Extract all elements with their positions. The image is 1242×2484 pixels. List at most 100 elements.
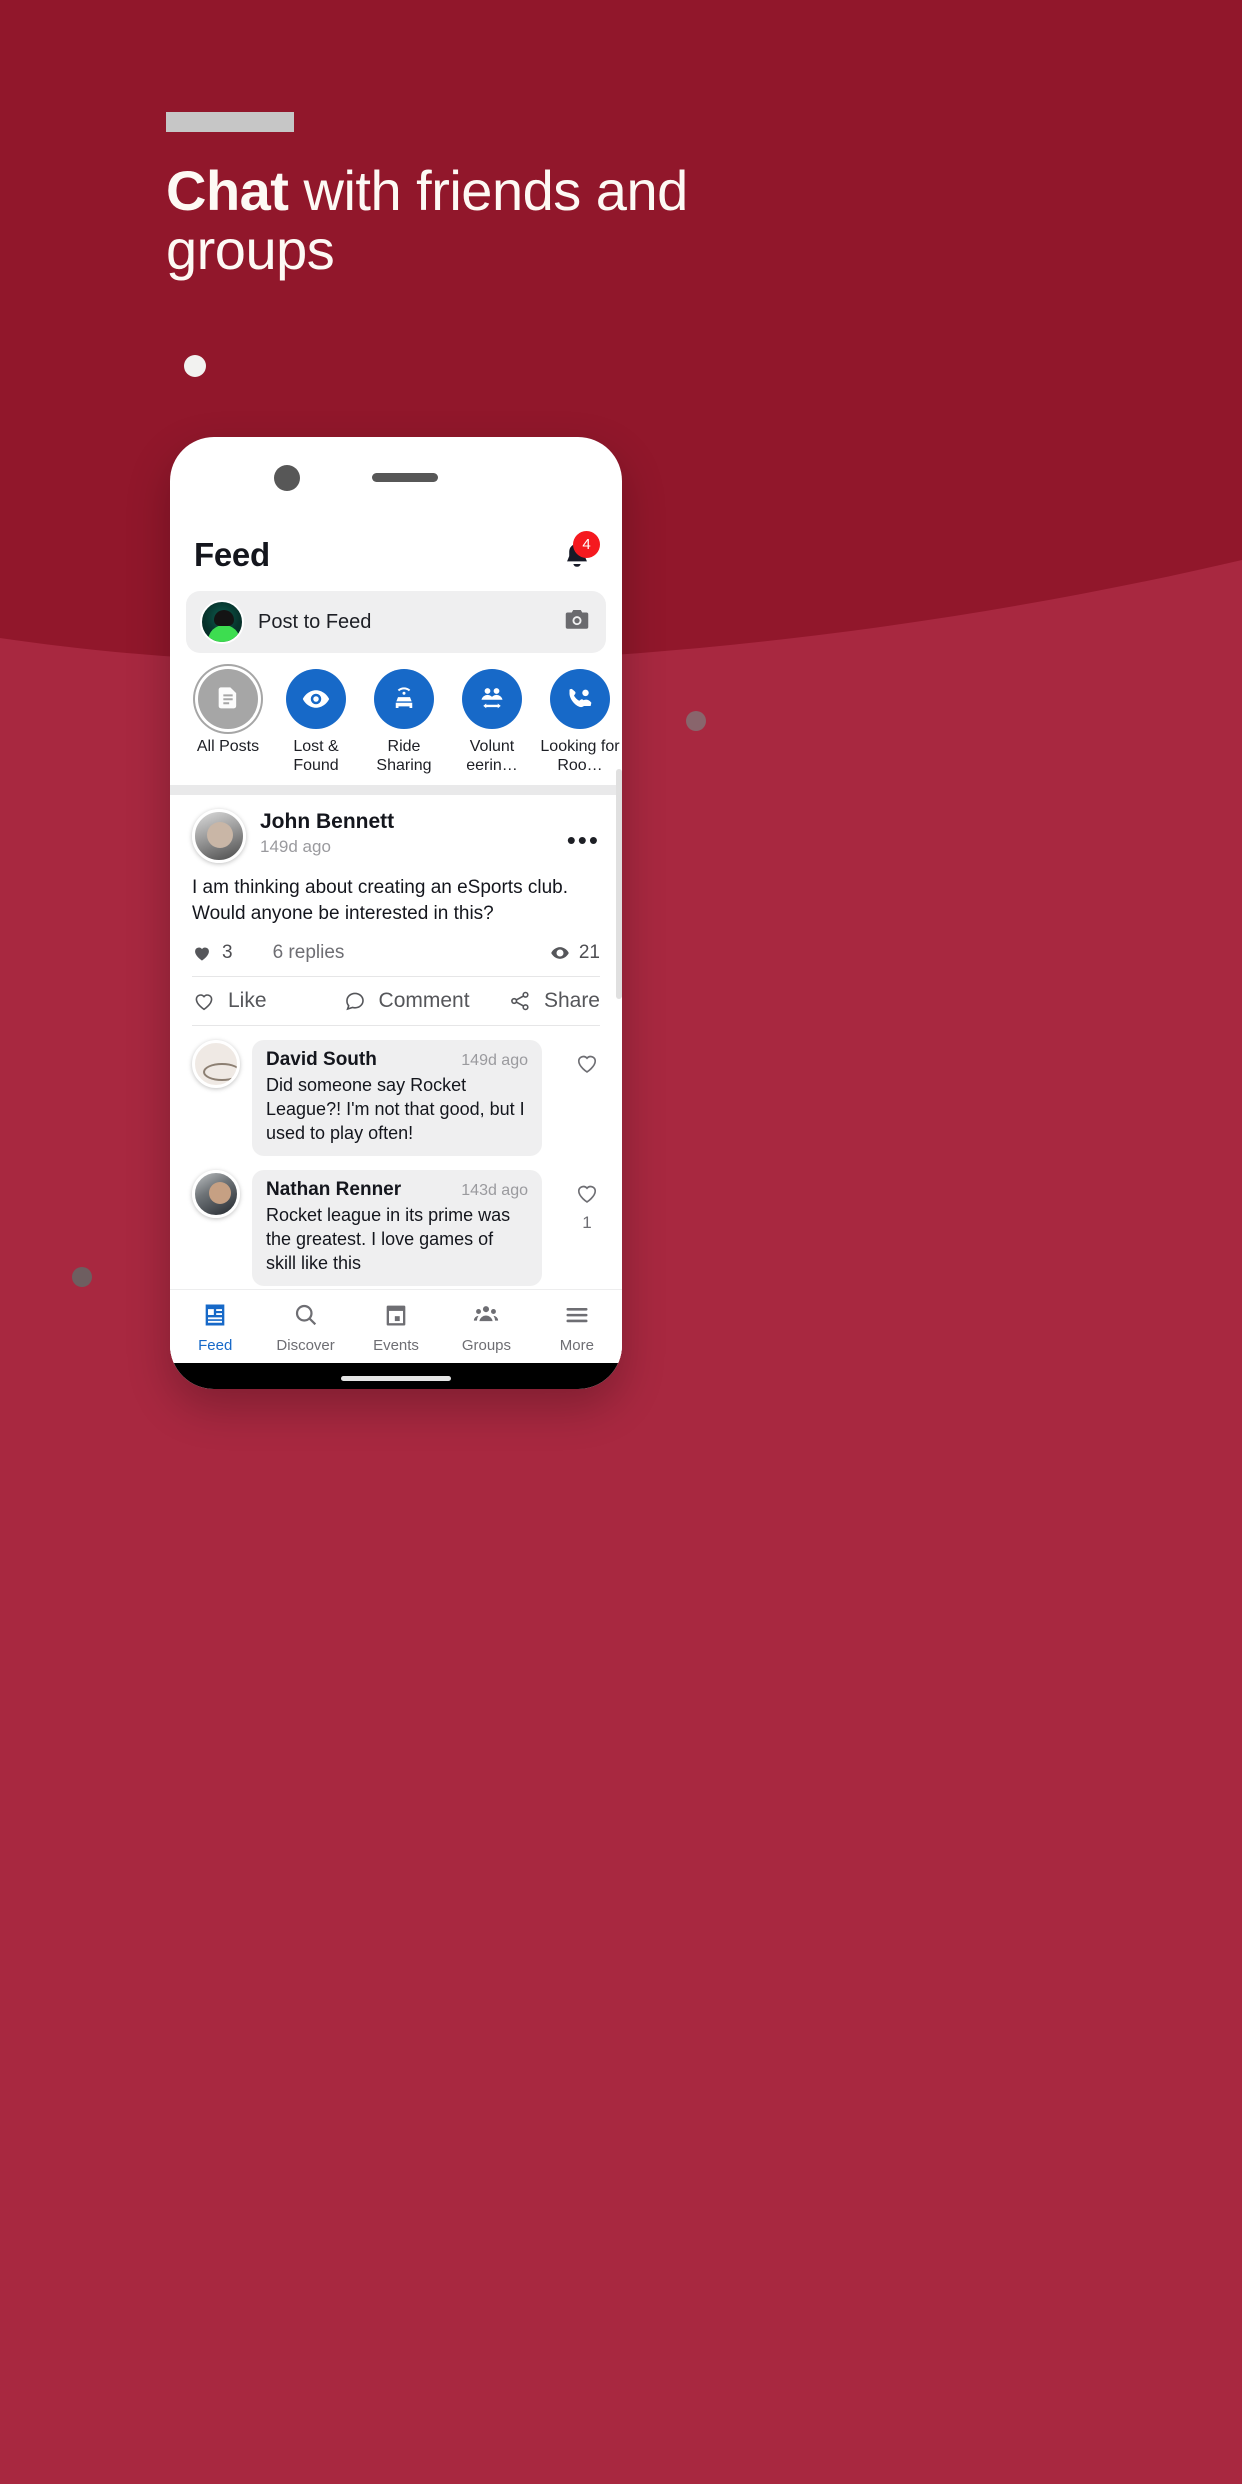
tab-more[interactable]: More (532, 1301, 622, 1354)
comment-button-label: Comment (378, 988, 470, 1012)
home-indicator-area (170, 1363, 622, 1389)
post-timestamp: 149d ago (260, 837, 331, 857)
category-label: Ride Sharing (376, 738, 432, 774)
post-stats: 3 6 replies 21 (192, 942, 600, 976)
post-card: John Bennett 149d ago ••• I am thinking … (170, 795, 622, 1300)
post-meta: John Bennett 149d ago (260, 809, 567, 857)
comment-author[interactable]: David South (266, 1049, 377, 1071)
comment-button[interactable]: Comment (343, 989, 470, 1013)
tab-discover[interactable]: Discover (260, 1301, 350, 1354)
category-label: Looking for Roo… (540, 738, 620, 774)
headline-rule (166, 112, 294, 132)
tab-label: Feed (198, 1337, 233, 1354)
share-button[interactable]: Share (508, 989, 600, 1013)
camera-icon[interactable] (562, 605, 592, 640)
people-swap-icon (462, 669, 522, 729)
like-button-label: Like (228, 988, 267, 1012)
calendar-icon (386, 1305, 406, 1326)
composer-placeholder: Post to Feed (258, 610, 372, 633)
share-button-label: Share (543, 988, 600, 1012)
comment-header: Nathan Renner 143d ago (266, 1179, 528, 1201)
comment-like-count: 1 (582, 1212, 592, 1232)
comment-row: Nathan Renner 143d ago Rocket league in … (192, 1156, 600, 1287)
comment-text: Did someone say Rocket League?! I'm not … (266, 1074, 525, 1143)
tab-label: More (559, 1337, 594, 1354)
post-body: I am thinking about creating an eSports … (192, 877, 569, 925)
comment-like-button[interactable] (574, 1040, 600, 1083)
like-count: 3 (192, 942, 233, 964)
view-count: 21 (550, 942, 600, 964)
phone-top-bezel (170, 437, 622, 509)
eye-icon (286, 669, 346, 729)
category-item-looking-for-roommate[interactable]: Looking for Roo… (536, 669, 622, 775)
avatar[interactable] (192, 1039, 240, 1088)
avatar[interactable] (192, 809, 246, 864)
post-author[interactable]: John Bennett (260, 809, 567, 835)
heart-outline-icon (577, 1055, 597, 1073)
comment-row: David South 149d ago Did someone say Roc… (192, 1026, 600, 1156)
car-icon (374, 669, 434, 729)
menu-icon (566, 1308, 588, 1323)
category-label: Volunt eerin… (466, 738, 518, 774)
tab-groups[interactable]: Groups (441, 1301, 531, 1354)
category-label: Lost & Found (293, 738, 339, 774)
reply-count[interactable]: 6 replies (273, 942, 345, 964)
comment-timestamp: 149d ago (461, 1051, 528, 1069)
screen-header: Feed 4 (170, 509, 622, 585)
more-options-icon[interactable]: ••• (567, 809, 600, 853)
like-count-value: 3 (222, 941, 233, 963)
page-title: Chat with friends and groups (166, 159, 786, 280)
bottom-navigation: Feed Discover Events Groups More (170, 1289, 622, 1365)
section-divider (170, 785, 622, 796)
tab-label: Groups (461, 1337, 512, 1354)
composer-bar[interactable]: Post to Feed (186, 591, 606, 653)
notification-badge: 4 (573, 531, 600, 558)
share-icon (511, 991, 529, 1010)
notifications-button[interactable]: 4 (558, 531, 600, 577)
category-label: All Posts (196, 738, 260, 755)
heart-outline-icon (195, 993, 213, 1010)
avatar[interactable] (192, 1169, 240, 1218)
comment-author[interactable]: Nathan Renner (266, 1179, 401, 1201)
category-item-ride-sharing[interactable]: Ride Sharing (360, 669, 448, 775)
feed-scrollbar[interactable] (616, 769, 622, 999)
speaker-grill (372, 473, 438, 482)
comment-bubble: Nathan Renner 143d ago Rocket league in … (252, 1169, 542, 1287)
category-item-all-posts[interactable]: All Posts (184, 669, 272, 775)
tab-label: Events (373, 1337, 419, 1354)
phone-mockup: Feed 4 Post to Feed All Posts Lost & Fou… (170, 437, 622, 1389)
avatar (200, 600, 244, 644)
decorative-dot-1 (184, 355, 206, 377)
post-actions: Like Comment Share (192, 975, 600, 1026)
comment-like-button[interactable]: 1 (574, 1170, 600, 1233)
screen-title: Feed (194, 536, 270, 573)
category-strip[interactable]: All Posts Lost & Found Ride Sharing Volu… (170, 653, 622, 785)
tab-events[interactable]: Events (351, 1301, 441, 1354)
comment-timestamp: 143d ago (461, 1181, 528, 1199)
heart-filled-icon (195, 947, 209, 961)
camera-icon (274, 465, 300, 491)
comment-bubble: David South 149d ago Did someone say Roc… (252, 1039, 542, 1156)
headline-emphasis: Chat (166, 159, 289, 222)
comment-text: Rocket league in its prime was the great… (266, 1204, 511, 1274)
like-button[interactable]: Like (192, 989, 267, 1013)
comment-header: David South 149d ago (266, 1049, 528, 1071)
decorative-dot-2 (686, 711, 706, 731)
heart-outline-icon (577, 1185, 597, 1203)
phone-person-icon (550, 669, 610, 729)
tab-label: Discover (276, 1337, 335, 1354)
category-item-lost-found[interactable]: Lost & Found (272, 669, 360, 775)
phone-screen: Feed 4 Post to Feed All Posts Lost & Fou… (170, 509, 622, 1389)
post-header: John Bennett 149d ago ••• (192, 795, 600, 869)
groups-icon (474, 1306, 499, 1322)
category-item-volunteering[interactable]: Volunt eerin… (448, 669, 536, 775)
view-count-value: 21 (578, 941, 600, 963)
feed-icon (205, 1304, 225, 1326)
document-icon (198, 669, 258, 729)
search-icon (295, 1304, 316, 1326)
tab-feed[interactable]: Feed (170, 1301, 260, 1354)
comment-icon (345, 992, 364, 1010)
decorative-dot-3 (72, 1267, 92, 1287)
eye-icon (551, 946, 569, 959)
home-indicator[interactable] (341, 1376, 451, 1381)
